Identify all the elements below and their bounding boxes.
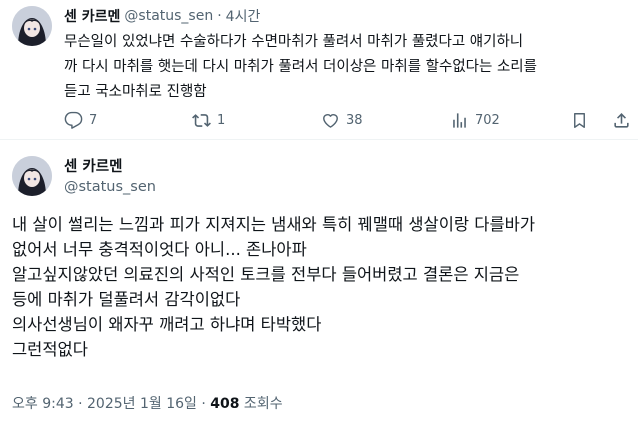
tweet-text-line: 무슨일이 있었냐면 수술하다가 수면마취가 풀려서 마취가 풀렸다고 얘기하니 bbox=[64, 34, 524, 50]
tweet-text-line: 의사선생님이 왜자꾸 깨려고 하냐며 타박했다 bbox=[12, 315, 322, 334]
repost-icon bbox=[192, 113, 211, 127]
tweet-text-line: 까 다시 마취를 햇는데 다시 마취가 풀려서 더이상은 마취를 할수없다는 소… bbox=[64, 59, 537, 75]
avatar-icon bbox=[12, 156, 52, 196]
share-button[interactable] bbox=[612, 108, 631, 132]
separator-dot: · bbox=[217, 8, 222, 24]
like-count: 38 bbox=[346, 112, 363, 128]
reply-tweet[interactable]: 센 카르멘 @status_sen · 4시간 무슨일이 있었냐면 수술하다가 … bbox=[0, 0, 638, 140]
tweet-timestamp[interactable]: 오후 9:43 · 2025년 1월 16일 · bbox=[12, 396, 210, 412]
bookmark-button[interactable] bbox=[570, 108, 589, 132]
tweet-text-line: 없어서 너무 충격적이엇다 아니... 존나아파 bbox=[12, 240, 307, 259]
tweet-text-line: 알고싶지않았던 의료진의 사적인 토크를 전부다 들어버렸고 결론은 지금은 bbox=[12, 265, 520, 284]
tweet-text-line: 등에 마취가 덜풀려서 감각이없다 bbox=[12, 290, 241, 309]
views-button[interactable]: 702 bbox=[450, 108, 500, 132]
reply-button[interactable]: 7 bbox=[64, 108, 97, 132]
reply-count: 7 bbox=[89, 112, 98, 128]
tweet-text: 내 살이 썰리는 느낌과 피가 지져지는 냄새와 특히 꿰맬때 생살이랑 다를바… bbox=[12, 212, 632, 362]
author-handle[interactable]: @status_sen bbox=[64, 179, 156, 195]
views-count: 702 bbox=[475, 112, 500, 128]
views-chart-icon bbox=[453, 112, 466, 128]
tweet-text: 무슨일이 있었냐면 수술하다가 수면마취가 풀려서 마취가 풀렸다고 얘기하니 … bbox=[64, 30, 630, 105]
avatar[interactable] bbox=[12, 6, 52, 46]
like-button[interactable]: 38 bbox=[321, 108, 363, 132]
tweet-meta: 오후 9:43 · 2025년 1월 16일 · 408 조회수 bbox=[12, 393, 283, 413]
bookmark-icon bbox=[574, 112, 585, 128]
share-icon bbox=[614, 112, 629, 128]
tweet-time[interactable]: 4시간 bbox=[226, 6, 261, 26]
heart-icon bbox=[323, 113, 338, 128]
tweet-header: 센 카르멘 @status_sen · 4시간 bbox=[64, 6, 260, 26]
tweet-text-line: 내 살이 썰리는 느낌과 피가 지져지는 냄새와 특히 꿰맬때 생살이랑 다를바… bbox=[12, 215, 536, 234]
author-name[interactable]: 센 카르멘 bbox=[64, 155, 122, 176]
author-handle[interactable]: @status_sen bbox=[124, 8, 213, 24]
tweet-actions: 7 1 38 702 bbox=[64, 108, 630, 132]
avatar-icon bbox=[12, 6, 52, 46]
views-count: 408 bbox=[210, 396, 240, 412]
tweet-text-line: 듣고 국소마취로 진행함 bbox=[64, 84, 207, 100]
tweet-text-line: 그런적없다 bbox=[12, 340, 88, 359]
avatar[interactable] bbox=[12, 156, 52, 196]
author-name[interactable]: 센 카르멘 bbox=[64, 6, 120, 26]
repost-count: 1 bbox=[217, 112, 226, 128]
reply-icon bbox=[64, 111, 83, 129]
repost-button[interactable]: 1 bbox=[192, 108, 225, 132]
views-label: 조회수 bbox=[239, 396, 283, 412]
